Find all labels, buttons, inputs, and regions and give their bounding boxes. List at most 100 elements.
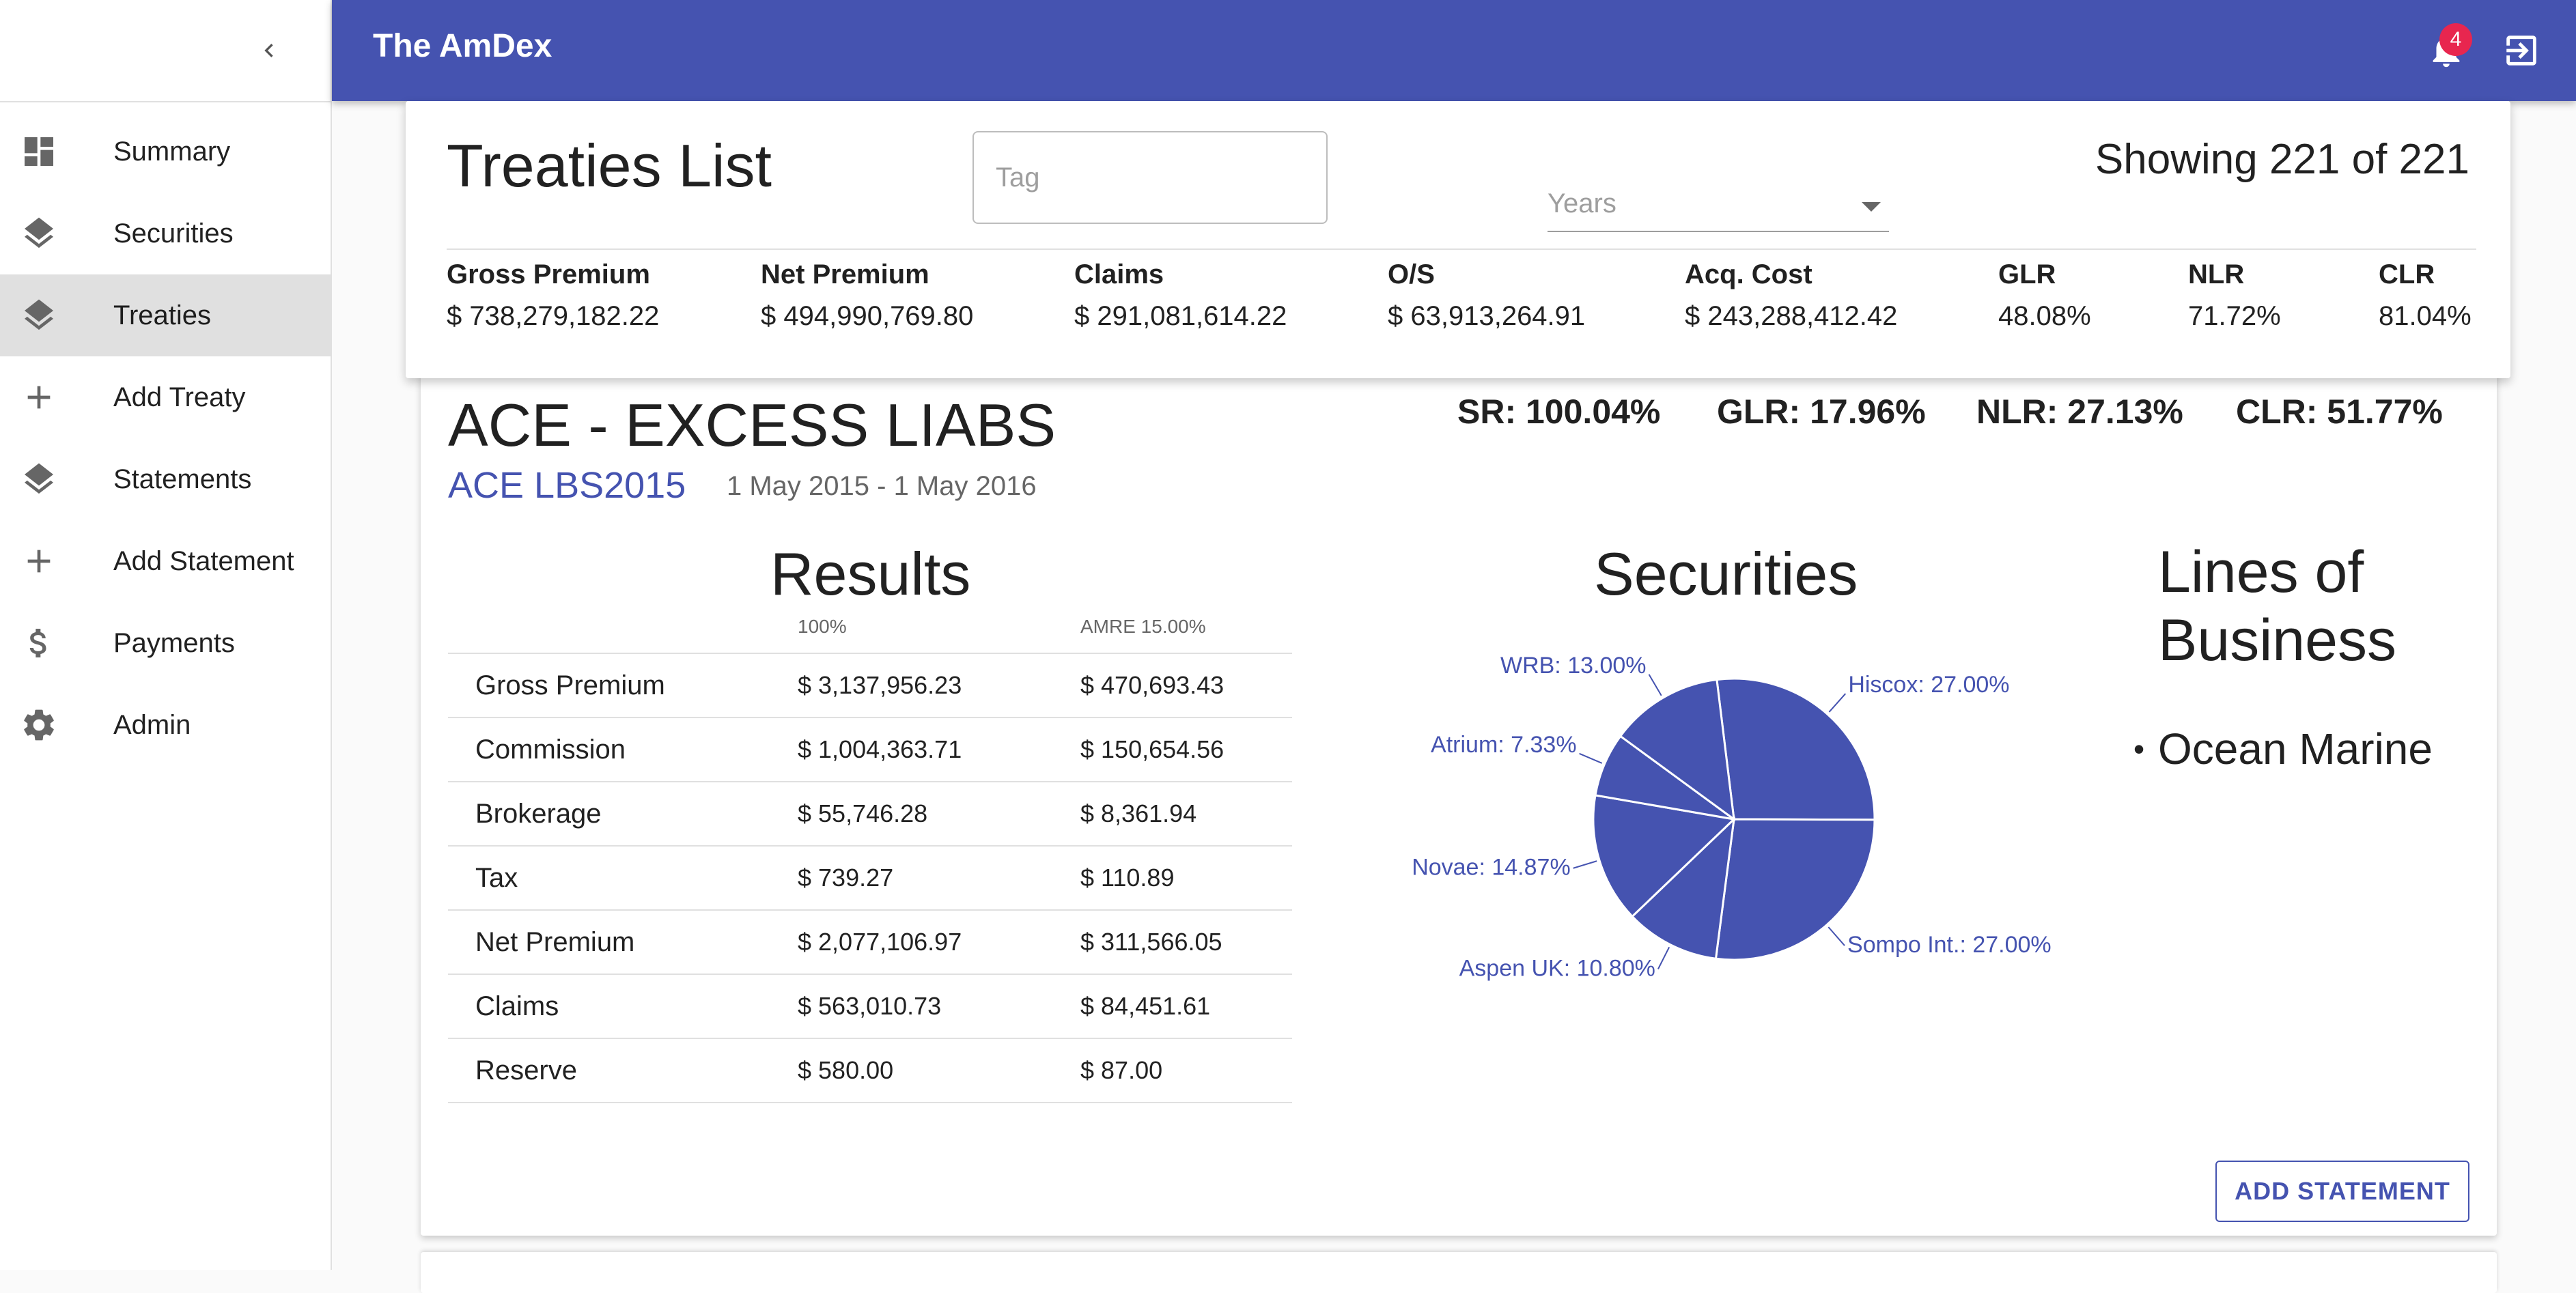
sidebar-item-summary[interactable]: Summary xyxy=(0,111,331,193)
dollar-icon xyxy=(19,623,59,663)
value-100: $ 55,746.28 xyxy=(797,782,1080,847)
notification-badge: 4 xyxy=(2439,23,2472,56)
lines-of-business-list: Ocean Marine xyxy=(2133,724,2433,774)
value-100: $ 563,010.73 xyxy=(797,974,1080,1039)
table-row: Commission $ 1,004,363.71 $ 150,654.56 xyxy=(448,717,1292,782)
dropdown-arrow-icon xyxy=(1862,202,1881,212)
total-label: NLR xyxy=(2188,259,2245,289)
tag-input[interactable] xyxy=(972,131,1328,224)
logout-button[interactable] xyxy=(2494,23,2549,78)
pie-label-aspen-uk: Aspen UK: 10.80% xyxy=(1459,955,1655,981)
total-label: O/S xyxy=(1388,259,1435,289)
total-label: GLR xyxy=(1998,259,2056,289)
row-label: Gross Premium xyxy=(448,653,797,718)
next-treaty-card xyxy=(421,1252,2497,1293)
row-label: Reserve xyxy=(448,1038,797,1103)
ratio-glr: GLR: 17.96% xyxy=(1717,393,1926,431)
treaty-name: ACE - EXCESS LIABS xyxy=(448,391,1056,459)
gear-icon xyxy=(19,705,59,745)
pie-label-line-atrium xyxy=(1579,752,1603,764)
pie-label-atrium: Atrium: 7.33% xyxy=(1431,732,1577,758)
column-header: AMRE 15.00% xyxy=(1080,601,1292,654)
total-value: 81.04% xyxy=(2379,301,2472,331)
value-100: $ 739.27 xyxy=(797,846,1080,911)
pie-label-line-sompo xyxy=(1828,926,1845,946)
lines-of-business-title: Lines of Business xyxy=(2158,539,2396,673)
treaty-card: ACE - EXCESS LIABS ACE LBS2015 1 May 201… xyxy=(421,369,2497,1236)
row-label: Commission xyxy=(448,717,797,782)
ratio-clr: CLR: 51.77% xyxy=(2236,393,2443,431)
sidebar-item-statements[interactable]: Statements xyxy=(0,438,331,520)
table-row: Claims $ 563,010.73 $ 84,451.61 xyxy=(448,974,1292,1039)
pie-label-sompo: Sompo Int.: 27.00% xyxy=(1847,932,2052,958)
value-amre: $ 110.89 xyxy=(1080,846,1292,911)
total-clr: CLR 81.04% xyxy=(2379,259,2472,332)
sidebar-item-label: Statements xyxy=(113,464,252,494)
layers-icon xyxy=(19,214,59,253)
sidebar-item-securities[interactable]: Securities xyxy=(0,193,331,274)
sidebar-item-admin[interactable]: Admin xyxy=(0,684,331,766)
pie-label-wrb: WRB: 13.00% xyxy=(1500,655,1647,679)
ratio-sr: SR: 100.04% xyxy=(1457,393,1661,431)
list-item: Ocean Marine xyxy=(2133,724,2433,774)
row-label: Tax xyxy=(448,846,797,911)
value-amre: $ 84,451.61 xyxy=(1080,974,1292,1039)
total-value: 71.72% xyxy=(2188,301,2281,331)
plus-icon xyxy=(19,541,59,581)
total-claims: Claims $ 291,081,614.22 xyxy=(1074,259,1287,332)
total-label: Net Premium xyxy=(761,259,929,289)
total-gross-premium: Gross Premium $ 738,279,182.22 xyxy=(447,259,659,332)
treaties-summary-card: Treaties List Years Showing 221 of 221 G… xyxy=(406,101,2510,378)
ratio-nlr: NLR: 27.13% xyxy=(1976,393,2183,431)
sidebar-item-payments[interactable]: Payments xyxy=(0,602,331,684)
securities-title: Securities xyxy=(1594,540,1858,608)
total-label: Gross Premium xyxy=(447,259,650,289)
sidebar: Summary Securities Treaties Add Treaty S… xyxy=(0,0,332,1270)
total-label: Acq. Cost xyxy=(1685,259,1812,289)
layers-icon xyxy=(19,296,59,335)
sidebar-item-label: Treaties xyxy=(113,300,212,330)
pie-label-novae: Novae: 14.87% xyxy=(1412,855,1571,881)
nav-list: Summary Securities Treaties Add Treaty S… xyxy=(0,102,331,766)
value-amre: $ 87.00 xyxy=(1080,1038,1292,1103)
showing-count: Showing 221 of 221 xyxy=(2095,136,2469,183)
column-header xyxy=(448,601,797,654)
sidebar-item-label: Payments xyxy=(113,627,235,658)
sidebar-item-label: Add Treaty xyxy=(113,382,246,412)
total-net-premium: Net Premium $ 494,990,769.80 xyxy=(761,259,973,332)
results-table: 100% AMRE 15.00% Gross Premium $ 3,137,9… xyxy=(448,601,1292,1103)
years-select[interactable]: Years xyxy=(1548,176,1889,232)
exit-icon xyxy=(2506,35,2536,66)
results-title: Results xyxy=(770,540,971,608)
total-value: $ 494,990,769.80 xyxy=(761,301,974,331)
notifications-button[interactable]: 4 xyxy=(2419,23,2474,78)
sidebar-item-label: Securities xyxy=(113,218,234,248)
row-label: Brokerage xyxy=(448,782,797,847)
row-label: Net Premium xyxy=(448,910,797,975)
value-amre: $ 8,361.94 xyxy=(1080,782,1292,847)
add-statement-button[interactable]: ADD STATEMENT xyxy=(2215,1161,2469,1222)
table-row: Net Premium $ 2,077,106.97 $ 311,566.05 xyxy=(448,910,1292,975)
column-header: 100% xyxy=(797,601,1080,654)
value-100: $ 3,137,956.23 xyxy=(797,653,1080,718)
treaty-code-link[interactable]: ACE LBS2015 xyxy=(448,464,686,507)
divider xyxy=(447,248,2476,250)
years-label: Years xyxy=(1548,188,1616,218)
value-amre: $ 150,654.56 xyxy=(1080,717,1292,782)
app-bar: The AmDex 4 xyxy=(332,0,2576,101)
sidebar-item-add-treaty[interactable]: Add Treaty xyxy=(0,356,331,438)
total-value: $ 63,913,264.91 xyxy=(1388,301,1586,331)
securities-pie-chart: Hiscox: 27.00% Sompo Int.: 27.00% Aspen UK… xyxy=(1412,655,2052,981)
plus-icon xyxy=(19,378,59,417)
sidebar-item-label: Add Statement xyxy=(113,545,294,576)
table-row: Tax $ 739.27 $ 110.89 xyxy=(448,846,1292,911)
sidebar-item-label: Admin xyxy=(113,709,191,740)
total-label: Claims xyxy=(1074,259,1164,289)
sidebar-item-treaties[interactable]: Treaties xyxy=(0,274,331,356)
total-nlr: NLR 71.72% xyxy=(2188,259,2281,332)
total-value: $ 243,288,412.42 xyxy=(1685,301,1898,331)
value-100: $ 1,004,363.71 xyxy=(797,717,1080,782)
pie-label-line-aspen-uk xyxy=(1657,946,1670,969)
sidebar-item-add-statement[interactable]: Add Statement xyxy=(0,520,331,602)
collapse-sidebar-button[interactable] xyxy=(249,30,290,71)
